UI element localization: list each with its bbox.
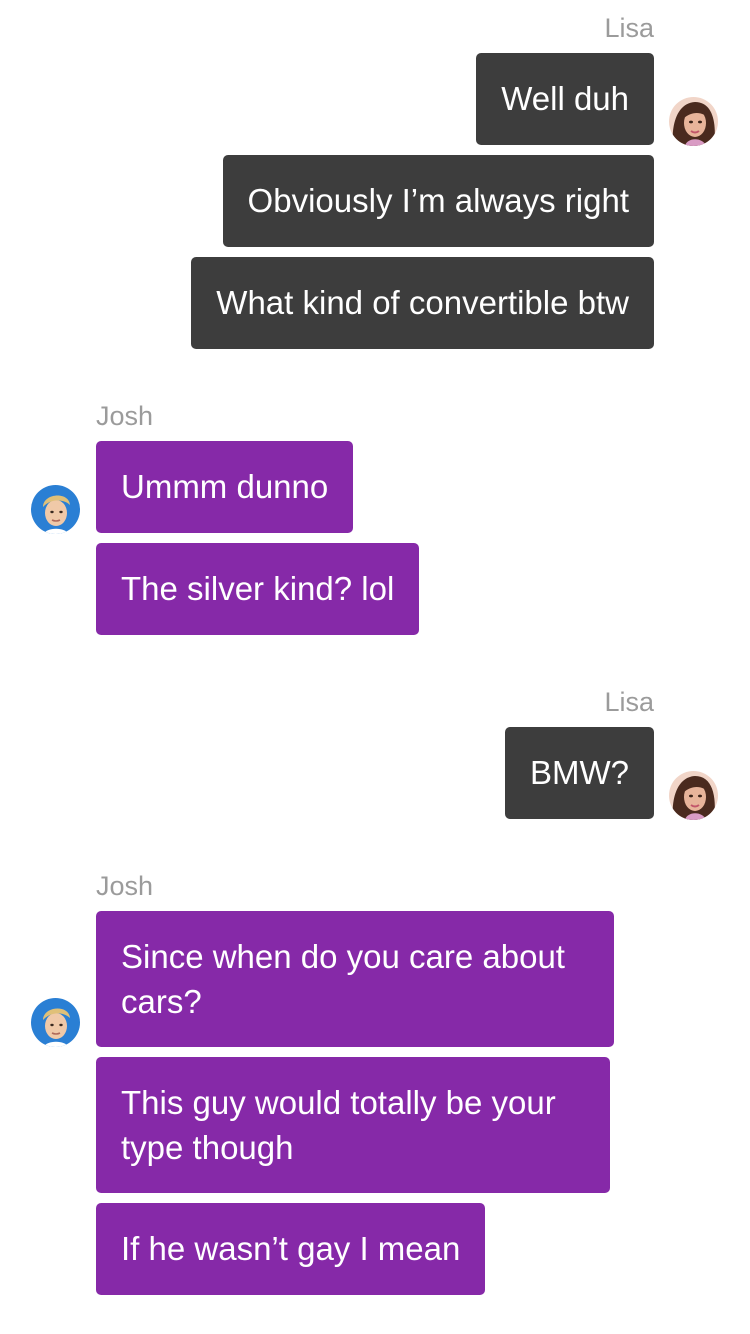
message-bubble-outgoing[interactable]: Well duh bbox=[476, 53, 654, 145]
message-bubble-incoming[interactable]: If he wasn’t gay I mean bbox=[96, 1203, 486, 1295]
sender-name-lisa: Lisa bbox=[604, 687, 654, 717]
sender-name-josh: Josh bbox=[96, 871, 154, 901]
josh-avatar-icon[interactable] bbox=[31, 485, 80, 534]
sender-name-lisa: Lisa bbox=[604, 13, 654, 43]
josh-avatar-icon[interactable] bbox=[31, 998, 80, 1047]
message-bubble-outgoing[interactable]: Obviously I’m always right bbox=[222, 155, 654, 247]
message-bubble-outgoing[interactable]: BMW? bbox=[505, 727, 654, 819]
lisa-avatar-icon[interactable] bbox=[669, 771, 718, 820]
message-bubble-incoming[interactable]: This guy would totally be your type thou… bbox=[96, 1057, 610, 1193]
lisa-avatar-icon[interactable] bbox=[669, 97, 718, 146]
message-bubble-incoming[interactable]: Since when do you care about cars? bbox=[96, 911, 614, 1047]
sender-name-josh: Josh bbox=[96, 401, 154, 431]
message-bubble-outgoing[interactable]: What kind of convertible btw bbox=[191, 257, 654, 349]
message-bubble-incoming[interactable]: The silver kind? lol bbox=[96, 543, 420, 635]
message-bubble-incoming[interactable]: Ummm dunno bbox=[96, 441, 354, 533]
